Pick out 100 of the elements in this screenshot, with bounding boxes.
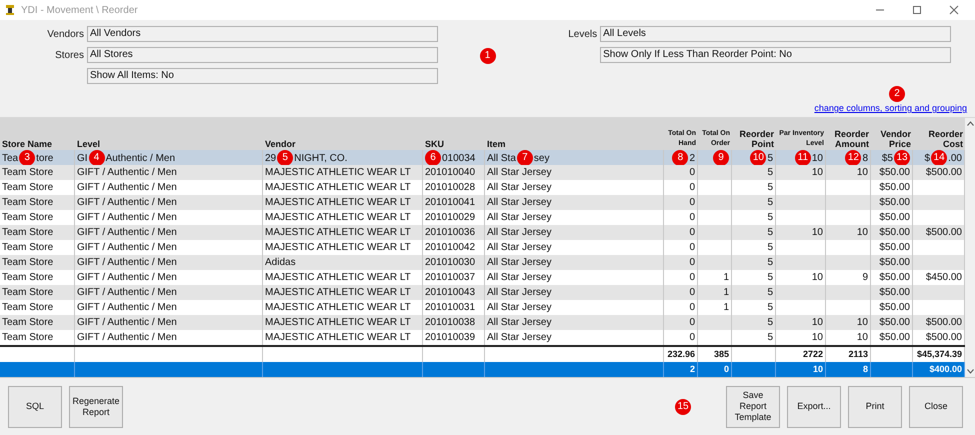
action-button[interactable]: SQL xyxy=(8,386,62,428)
column-header[interactable]: SKU xyxy=(425,139,444,149)
table-row[interactable]: Team Store GIFT / Authentic / Men MAJESTIC ATHLETIC WEAR LT 201010039 All Star Jersey 0 5 10 10 $50.00 $500.00 xyxy=(0,330,965,345)
table-cell-text: All Star Jersey xyxy=(487,286,552,300)
table-cell-text: All Star Jersey xyxy=(487,301,552,315)
table-row[interactable]: Team Store GIFT / Authentic / Men MAJESTIC ATHLETIC WEAR LT 201010028 All Star Jersey 0 5 $50.00 xyxy=(0,180,965,195)
filter-field[interactable]: Show All Items: No xyxy=(87,68,438,84)
filter-field[interactable]: Show Only If Less Than Reorder Point: No xyxy=(600,47,951,63)
table-cell-text: $50.00 xyxy=(879,286,910,300)
table-cell-text: $50.00 xyxy=(879,211,910,225)
table-row[interactable]: Team Store GIFT / Authentic / Men MAJESTIC ATHLETIC WEAR LT 201010029 All Star Jersey 0 5 $50.00 xyxy=(0,210,965,225)
table-cell-text: 0 xyxy=(689,181,695,195)
table-cell-text: GIFT / Authentic / Men xyxy=(77,286,177,300)
table-cell-text: 0 xyxy=(689,241,695,255)
table-cell-text: All Star Jersey xyxy=(487,271,552,285)
table-cell-text: 5 xyxy=(767,301,773,315)
table-cell-text: 5 xyxy=(767,211,773,225)
table-cell-text: 10 xyxy=(812,166,823,180)
table-row[interactable]: Team Store GIFT / Authentic / Men MAJESTIC ATHLETIC WEAR LT 201010037 All Star Jersey 0 1 5 10 9 $50.00 $450.00 xyxy=(0,270,965,285)
table-cell-text: 10 xyxy=(856,331,868,345)
table-cell-text: All Sta xyxy=(487,152,516,166)
table-row[interactable]: Tea 3 tore GI 4 Authentic / Men 29 5 NIGHT, CO. 6 010034 All Sta 7 sey 8 2 9 10 5 11 10 12 8 $5 13 $ 14 .00 xyxy=(0,150,965,165)
column-header[interactable]: Store Name xyxy=(2,139,52,149)
table-row[interactable]: Team Store GIFT / Authentic / Men MAJESTIC ATHLETIC WEAR LT 201010038 All Star Jersey 0 5 10 10 $50.00 $500.00 xyxy=(0,315,965,330)
column-header[interactable]: Reorder Amount xyxy=(828,129,869,149)
action-button[interactable]: Save Report Template xyxy=(726,386,780,428)
table-cell-text: 201010042 xyxy=(425,241,476,255)
table-cell-text: 0 xyxy=(689,301,695,315)
table-cell-text: 1 xyxy=(723,301,729,315)
callout-marker: 14 xyxy=(931,150,948,166)
callout-marker: 10 xyxy=(750,150,766,166)
table-cell-text: 5 xyxy=(767,152,773,166)
table-cell-text: Team Store xyxy=(2,316,54,330)
table-row[interactable]: Team Store GIFT / Authentic / Men MAJESTIC ATHLETIC WEAR LT 201010036 All Star Jersey 0 5 10 10 $50.00 $500.00 xyxy=(0,225,965,240)
column-header[interactable]: Level xyxy=(77,139,100,149)
table-row[interactable]: Team Store GIFT / Authentic / Men MAJESTIC ATHLETIC WEAR LT 201010040 All Star Jersey 0 5 10 10 $50.00 $500.00 xyxy=(0,165,965,180)
table-cell-text: 5 xyxy=(767,316,773,330)
table-cell-text: 0 xyxy=(689,166,695,180)
table-cell-text: 0 xyxy=(689,196,695,210)
filter-field[interactable]: All Levels xyxy=(600,26,951,42)
callout-marker: 5 xyxy=(277,150,294,166)
callout-marker: 15 xyxy=(675,398,691,414)
column-header[interactable]: Vendor Price xyxy=(873,129,911,149)
table-cell-text: GIFT / Authentic / Men xyxy=(77,256,177,270)
scrollbar[interactable] xyxy=(965,118,975,377)
column-header[interactable]: Vendor xyxy=(265,139,296,149)
scroll-down-icon[interactable] xyxy=(966,369,974,374)
table-cell-text: .00 xyxy=(948,152,962,166)
window-title: YDI - Movement \ Reorder xyxy=(21,4,138,18)
table-cell-text: 5 xyxy=(767,271,773,285)
table-cell-text: 232.96 xyxy=(667,348,695,361)
table-cell-text: All Star Jersey xyxy=(487,256,552,270)
table-cell-text: $50.00 xyxy=(879,196,910,210)
maximize-icon[interactable] xyxy=(912,5,922,15)
table-cell-text: Team Store xyxy=(2,196,54,210)
table-cell-text: $50.00 xyxy=(879,226,910,240)
table-cell-text: $450.00 xyxy=(926,271,962,285)
table-cell-text: All Star Jersey xyxy=(487,331,552,345)
action-button[interactable]: Export... xyxy=(787,386,841,428)
table-cell-text: Team Store xyxy=(2,241,54,255)
callout-marker: 13 xyxy=(894,150,910,166)
table-cell-text: 10 xyxy=(812,331,823,345)
settings-link[interactable]: change columns, sorting and grouping xyxy=(814,102,967,116)
table-cell-text: MAJESTIC ATHLETIC WEAR LT xyxy=(265,211,411,225)
table-cell-text: GIFT / Authentic / Men xyxy=(77,211,177,225)
table-cell-text: All Star Jersey xyxy=(487,196,552,210)
filter-field[interactable]: All Vendors xyxy=(87,26,438,42)
table-cell-text: 10 xyxy=(856,166,868,180)
action-button[interactable]: Regenerate Report xyxy=(69,386,123,428)
table-cell-text: GIFT / Authentic / Men xyxy=(77,271,177,285)
action-button[interactable]: Print xyxy=(848,386,902,428)
table-cell-text: 201010030 xyxy=(425,256,476,270)
scroll-up-icon[interactable] xyxy=(966,121,974,126)
table-cell-text: 201010041 xyxy=(425,196,476,210)
table-row[interactable]: Team Store GIFT / Authentic / Men MAJESTIC ATHLETIC WEAR LT 201010043 All Star Jersey 0 1 5 $50.00 xyxy=(0,285,965,300)
table-row[interactable]: Team Store GIFT / Authentic / Men Adidas 201010030 All Star Jersey 0 5 $50.00 xyxy=(0,255,965,270)
table-row[interactable]: Team Store GIFT / Authentic / Men MAJESTIC ATHLETIC WEAR LT 201010041 All Star Jersey 0 5 $50.00 xyxy=(0,195,965,210)
filter-field[interactable]: All Stores xyxy=(87,47,438,63)
table-cell-text: 2 xyxy=(689,152,695,166)
table-cell-text: Team Store xyxy=(2,301,54,315)
callout-marker: 7 xyxy=(516,150,533,166)
table-row[interactable]: Team Store GIFT / Authentic / Men MAJESTIC ATHLETIC WEAR LT 201010042 All Star Jersey 0 5 $50.00 xyxy=(0,240,965,255)
callout-marker: 4 xyxy=(88,150,105,166)
table-cell-text: GIFT / Authentic / Men xyxy=(77,196,177,210)
table-cell-text: MAJESTIC ATHLETIC WEAR LT xyxy=(265,226,411,240)
action-button[interactable]: Close xyxy=(909,386,963,428)
table-cell-text: 5 xyxy=(767,286,773,300)
table-cell-text: 8 xyxy=(862,362,868,376)
column-header[interactable]: Reorder Cost xyxy=(915,129,963,149)
column-header[interactable]: Item xyxy=(487,139,506,149)
table-cell-text: 10 xyxy=(856,226,868,240)
table-cell-text: 201010039 xyxy=(425,331,476,345)
table-row[interactable]: Team Store GIFT / Authentic / Men MAJESTIC ATHLETIC WEAR LT 201010031 All Star Jersey 0 1 5 $50.00 xyxy=(0,300,965,315)
table-cell-text: 0 xyxy=(724,362,729,376)
column-header[interactable]: Reorder Point xyxy=(734,129,774,149)
table-cell-text: GIFT / Authentic / Men xyxy=(77,181,177,195)
table-cell-text: 2113 xyxy=(848,348,868,361)
close-icon[interactable] xyxy=(949,5,959,15)
table-cell-text: $500.00 xyxy=(926,226,962,240)
table-cell-text: 201010038 xyxy=(425,316,476,330)
